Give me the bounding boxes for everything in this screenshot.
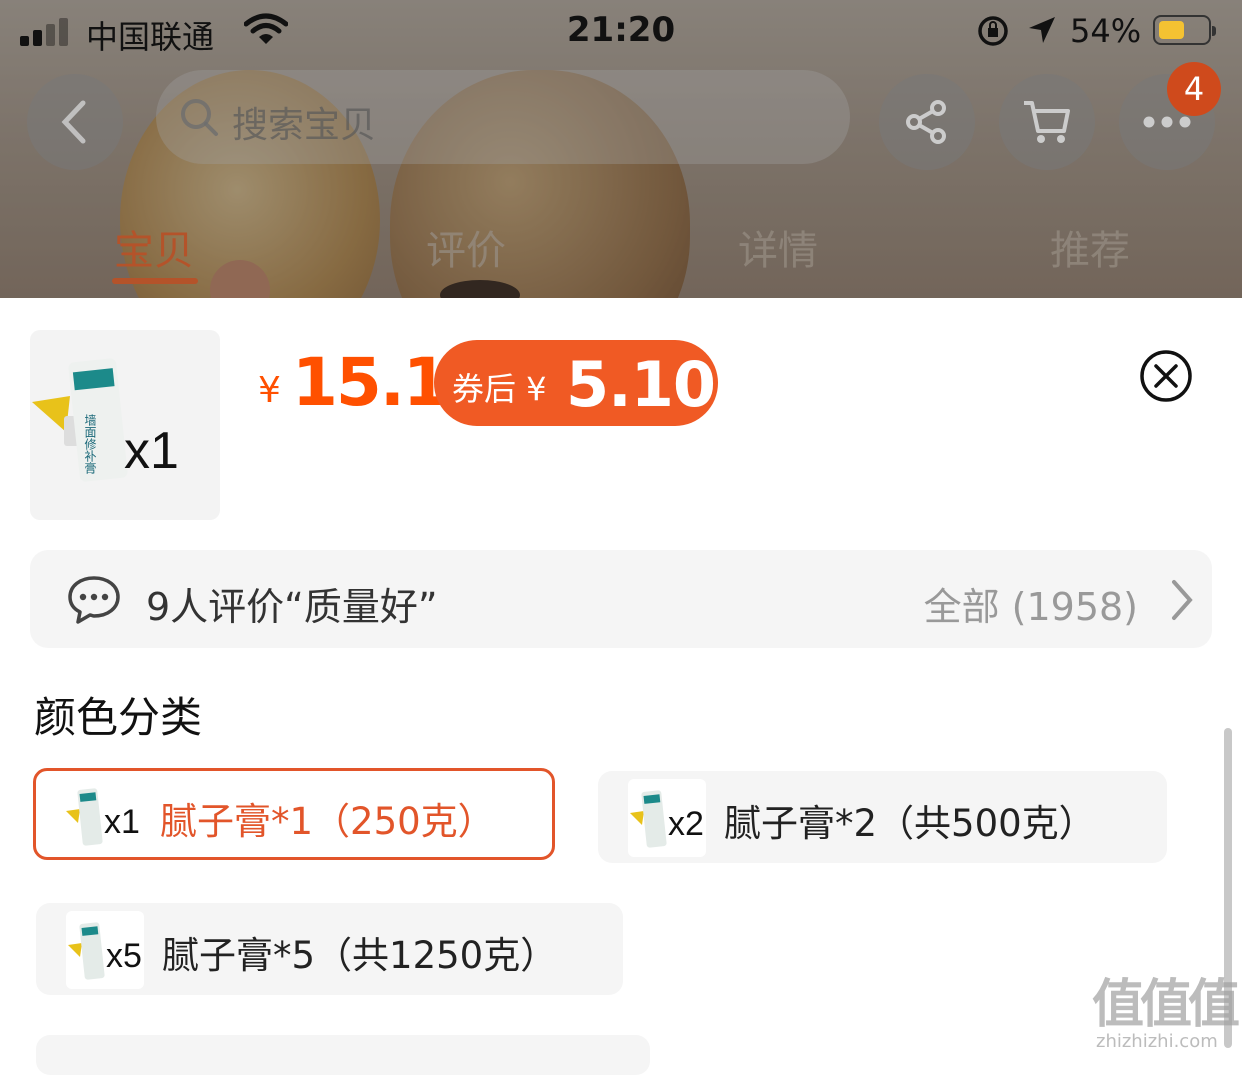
- coupon-price-badge: 券后 ¥ 5.10: [434, 340, 718, 426]
- sku-option-3[interactable]: x5 腻子膏*5（共1250克）: [36, 903, 623, 995]
- top-navigation: 搜索宝贝: [0, 70, 1242, 180]
- all-reviews-link[interactable]: 全部 (1958): [924, 576, 1138, 631]
- review-summary-bar[interactable]: 9人评价“质量好” 全部 (1958): [30, 550, 1212, 648]
- sku-option-thumbnail: x2: [628, 779, 706, 857]
- battery-percent: 54%: [1070, 12, 1142, 50]
- chevron-left-icon: [61, 100, 86, 144]
- cart-button[interactable]: [999, 74, 1095, 170]
- site-watermark: 值值值 zhizhizhi.com: [1092, 962, 1240, 1052]
- search-input[interactable]: 搜索宝贝: [156, 70, 850, 164]
- review-highlight: 9人评价“质量好”: [146, 585, 438, 629]
- status-bar: 中国联通 21:20 54%: [0, 0, 1242, 64]
- chevron-right-icon: [1172, 580, 1193, 620]
- watermark-domain: zhizhizhi.com: [1096, 1031, 1218, 1052]
- close-icon: [1140, 350, 1192, 402]
- tube-label-text: 墙面修补膏: [83, 414, 97, 474]
- currency-symbol: ¥: [258, 370, 281, 411]
- sku-option-thumbnail: x5: [66, 911, 144, 989]
- search-placeholder: 搜索宝贝: [232, 105, 377, 146]
- share-button[interactable]: [879, 74, 975, 170]
- detail-tabs: 宝贝 评价 详情 推荐: [0, 218, 1242, 288]
- sku-option-1[interactable]: x1 腻子膏*1（250克）: [33, 768, 555, 860]
- tab-baobei[interactable]: 宝贝: [114, 218, 194, 276]
- sku-qty: x1: [104, 803, 140, 841]
- putty-tube-image: 墙面修补膏 x1: [32, 358, 179, 482]
- battery-icon: [1153, 15, 1216, 45]
- sku-selector-sheet: 墙面修补膏 x1 ¥ 15.1 券后 ¥ 5.10 9人评价“质量好” 全部 (…: [0, 298, 1242, 1075]
- back-button[interactable]: [27, 74, 123, 170]
- sku-qty: x2: [668, 805, 704, 843]
- close-button[interactable]: [1138, 348, 1194, 404]
- tab-reviews[interactable]: 评价: [426, 218, 506, 276]
- sku-option-thumbnail: x1: [64, 777, 142, 855]
- coupon-label: 券后 ¥: [452, 370, 547, 408]
- share-icon: [906, 100, 946, 144]
- search-icon: [181, 99, 218, 136]
- location-arrow-icon: [1029, 17, 1055, 43]
- sku-option-4-partial[interactable]: [36, 1035, 650, 1075]
- tab-recommend[interactable]: 推荐: [1050, 218, 1130, 276]
- tab-details[interactable]: 详情: [738, 218, 818, 276]
- watermark-logo: 值值值: [1092, 975, 1240, 1035]
- coupon-price: 5.10: [566, 348, 716, 421]
- section-title-color-category: 颜色分类: [34, 693, 203, 742]
- thumb-qty: x1: [124, 422, 179, 480]
- chat-bubble-icon: [68, 576, 120, 624]
- rotation-lock-icon: [978, 16, 1008, 46]
- price: 15.1: [292, 344, 449, 421]
- more-dots-icon: [1143, 116, 1191, 128]
- active-tab-indicator: [112, 278, 198, 284]
- notification-badge: 4: [1167, 62, 1221, 116]
- sku-option-label: 腻子膏*5（共1250克）: [162, 934, 558, 977]
- sku-option-label: 腻子膏*2（共500克）: [724, 802, 1096, 845]
- sku-qty: x5: [106, 937, 142, 975]
- sku-option-label: 腻子膏*1（250克）: [160, 800, 495, 843]
- cart-icon: [1024, 101, 1070, 143]
- sku-option-2[interactable]: x2 腻子膏*2（共500克）: [598, 771, 1167, 863]
- product-thumbnail[interactable]: 墙面修补膏 x1: [30, 330, 220, 520]
